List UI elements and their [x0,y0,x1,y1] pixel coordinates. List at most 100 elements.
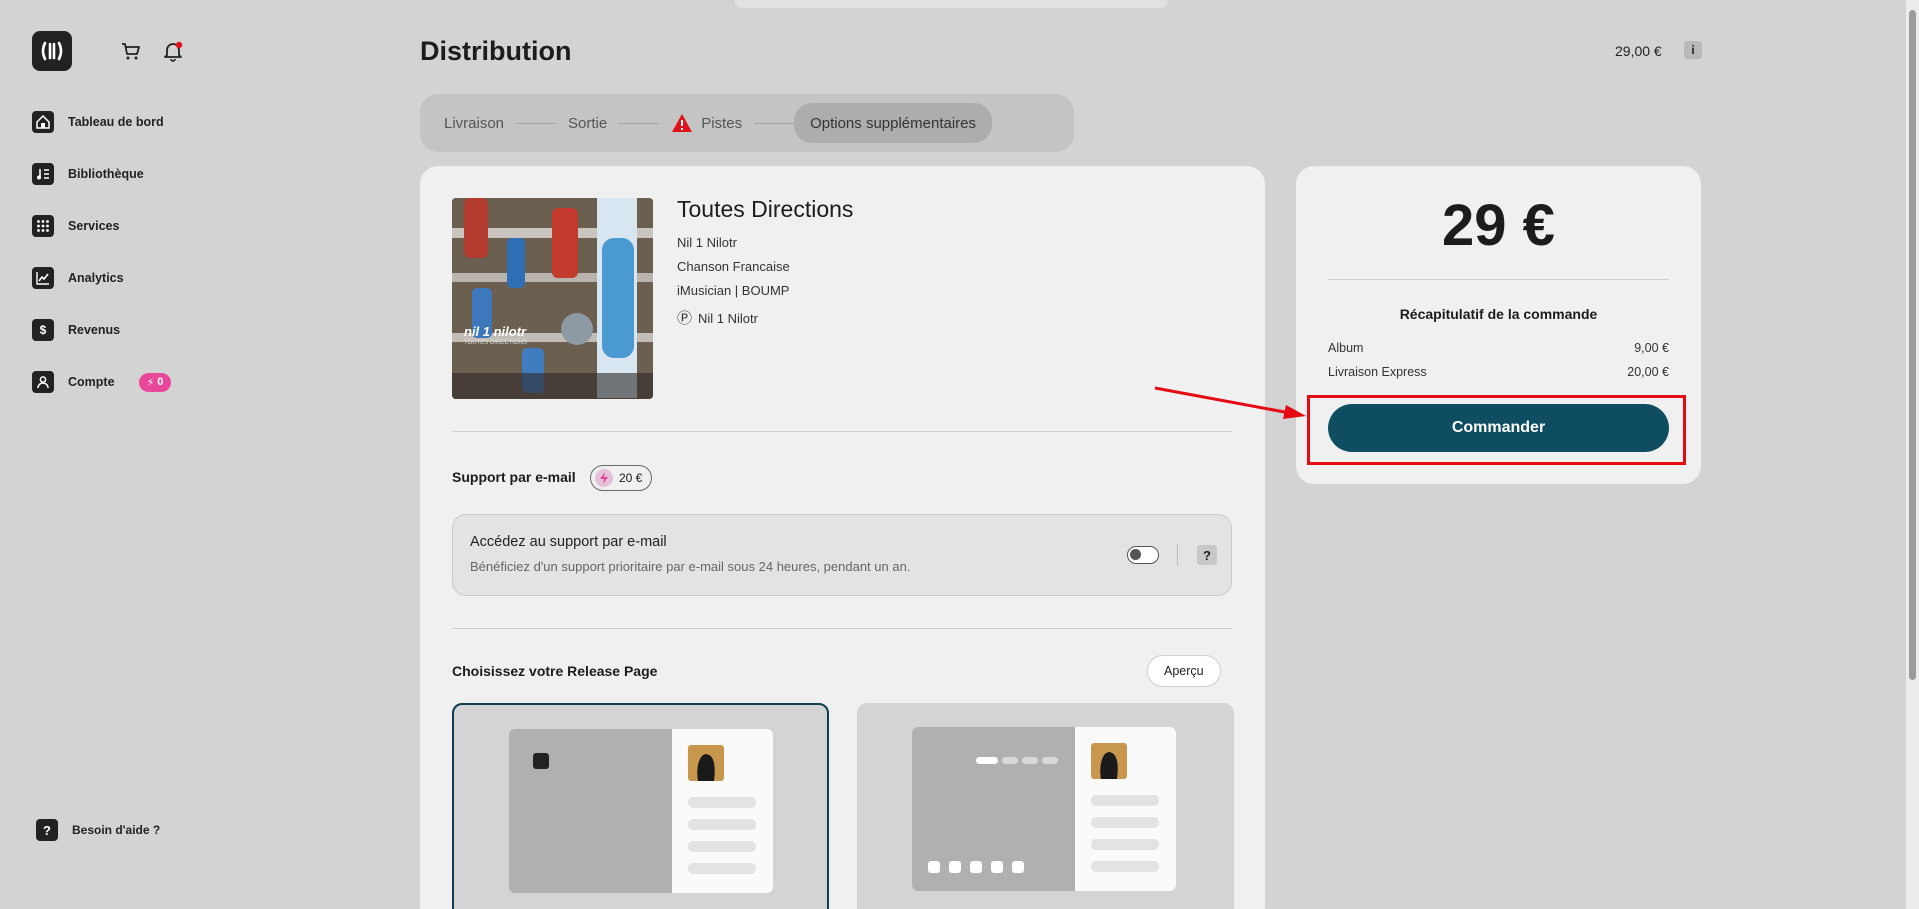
divider [1328,279,1669,280]
sidebar-item-services[interactable]: Services [32,214,171,238]
sidebar-item-analytics[interactable]: Analytics [32,266,171,290]
annotation-highlight-box [1307,395,1686,465]
step-connector [619,122,660,124]
header-total-price: 29,00 € [1615,43,1662,59]
page-scrollbar[interactable] [1906,0,1919,909]
release-label: iMusician | BOUMP [677,283,790,298]
placeholder-bar [1091,861,1159,872]
separator [1177,544,1178,566]
credits-badge[interactable]: ⚡ 0 [138,372,172,392]
sidebar-item-label: Compte [68,375,115,389]
sidebar-item-label: Tableau de bord [68,115,164,129]
info-icon[interactable]: i [1684,41,1702,59]
top-strip [735,0,1167,8]
summary-row: Album 9,00 € [1328,341,1669,355]
support-section-title: Support par e-mail [452,469,576,485]
summary-row-label: Album [1328,341,1364,355]
release-artist: Nil 1 Nilotr [677,235,737,250]
grid-icon [32,215,54,237]
summary-row-label: Livraison Express [1328,365,1427,379]
user-icon [32,371,54,393]
email-support-option: Accédez au support par e-mail Bénéficiez… [452,514,1232,596]
template-preview [509,729,773,893]
annotation-arrow-icon [1154,386,1306,419]
sidebar-item-label: Analytics [68,271,124,285]
sidebar-item-label: Revenus [68,323,121,337]
preview-button[interactable]: Aperçu [1147,655,1221,687]
step-label: Options supplémentaires [810,114,977,132]
help-icon: ? [36,819,58,841]
help-label: Besoin d'aide ? [72,823,161,837]
step-label: Pistes [701,114,743,132]
sidebar-item-label: Services [68,219,120,233]
release-genre: Chanson Francaise [677,259,790,274]
email-support-toggle[interactable] [1127,546,1159,564]
help-link[interactable]: ? Besoin d'aide ? [36,819,160,841]
support-help-button[interactable]: ? [1197,545,1217,565]
divider [452,431,1232,432]
step-connector [754,122,795,124]
notification-bell-icon[interactable] [160,38,186,64]
divider [452,628,1232,629]
summary-row: Livraison Express 20,00 € [1328,365,1669,379]
carousel-dots [976,757,1058,764]
template-sidebar [672,729,773,893]
step-label: Livraison [444,114,505,132]
sidebar-item-label: Bibliothèque [68,167,144,181]
summary-row-value: 9,00 € [1634,341,1669,355]
logo-icon [41,41,63,61]
release-title: Toutes Directions [677,196,854,222]
p-line-text: Nil 1 Nilotr [698,311,758,326]
placeholder-bar [688,863,756,874]
warning-icon [672,114,693,132]
cover-artist-text: nil 1 nilotr [464,324,527,339]
dollar-icon: $ [32,319,54,341]
summary-row-value: 20,00 € [1627,365,1669,379]
cart-icon[interactable] [118,38,144,64]
p-line-icon: Ⓟ [677,310,693,327]
release-page-template-1[interactable] [452,703,829,909]
template-preview [912,727,1176,891]
chart-icon [32,267,54,289]
scrollbar-thumb[interactable] [1909,10,1916,680]
placeholder-bar [688,819,756,830]
avatar [1091,743,1127,779]
step-connector [516,122,557,124]
release-p-line: Ⓟ Nil 1 Nilotr [677,307,758,328]
placeholder-bar [688,797,756,808]
placeholder-bar [1091,795,1159,806]
sidebar-item-dashboard[interactable]: Tableau de bord [32,110,171,134]
summary-title: Récapitulatif de la commande [1399,306,1598,322]
main-card: nil 1 nilotr TOUTES DIRECTIONS Toutes Di… [420,166,1265,909]
sidebar-item-revenue[interactable]: $ Revenus [32,318,171,342]
template-logo-icon [533,753,549,769]
bolt-icon [595,469,613,487]
music-library-icon [32,163,54,185]
checkout-stepper: Livraison Sortie Pistes Options suppléme… [420,94,1074,152]
bolt-icon: ⚡ [146,376,155,389]
step-extra-options[interactable]: Options supplémentaires [794,103,993,143]
placeholder-bar [1091,817,1159,828]
support-price: 20 € [619,471,643,485]
release-page-template-2[interactable] [857,703,1234,909]
home-icon [32,111,54,133]
support-price-chip: 20 € [590,465,653,491]
sidebar-item-account[interactable]: Compte ⚡ 0 [32,370,172,394]
credits-count: 0 [157,376,164,388]
template-sidebar [1075,727,1176,891]
app-logo[interactable] [32,31,72,71]
sidebar-item-library[interactable]: Bibliothèque [32,162,171,186]
placeholder-bar [1091,839,1159,850]
support-option-title: Accédez au support par e-mail [470,534,667,550]
sidebar-nav: Tableau de bord Bibliothèque Services An… [32,110,172,422]
page-title: Distribution [420,36,572,66]
step-tracks[interactable]: Pistes [659,113,754,133]
support-option-description: Bénéficiez d'un support prioritaire par … [470,559,911,574]
release-page-section-title: Choisissez votre Release Page [452,663,658,679]
step-delivery[interactable]: Livraison [432,115,516,132]
album-cover: nil 1 nilotr TOUTES DIRECTIONS [452,198,653,399]
social-icons-row [928,861,1024,873]
step-release[interactable]: Sortie [556,115,619,132]
avatar [688,745,724,781]
step-label: Sortie [568,114,608,132]
